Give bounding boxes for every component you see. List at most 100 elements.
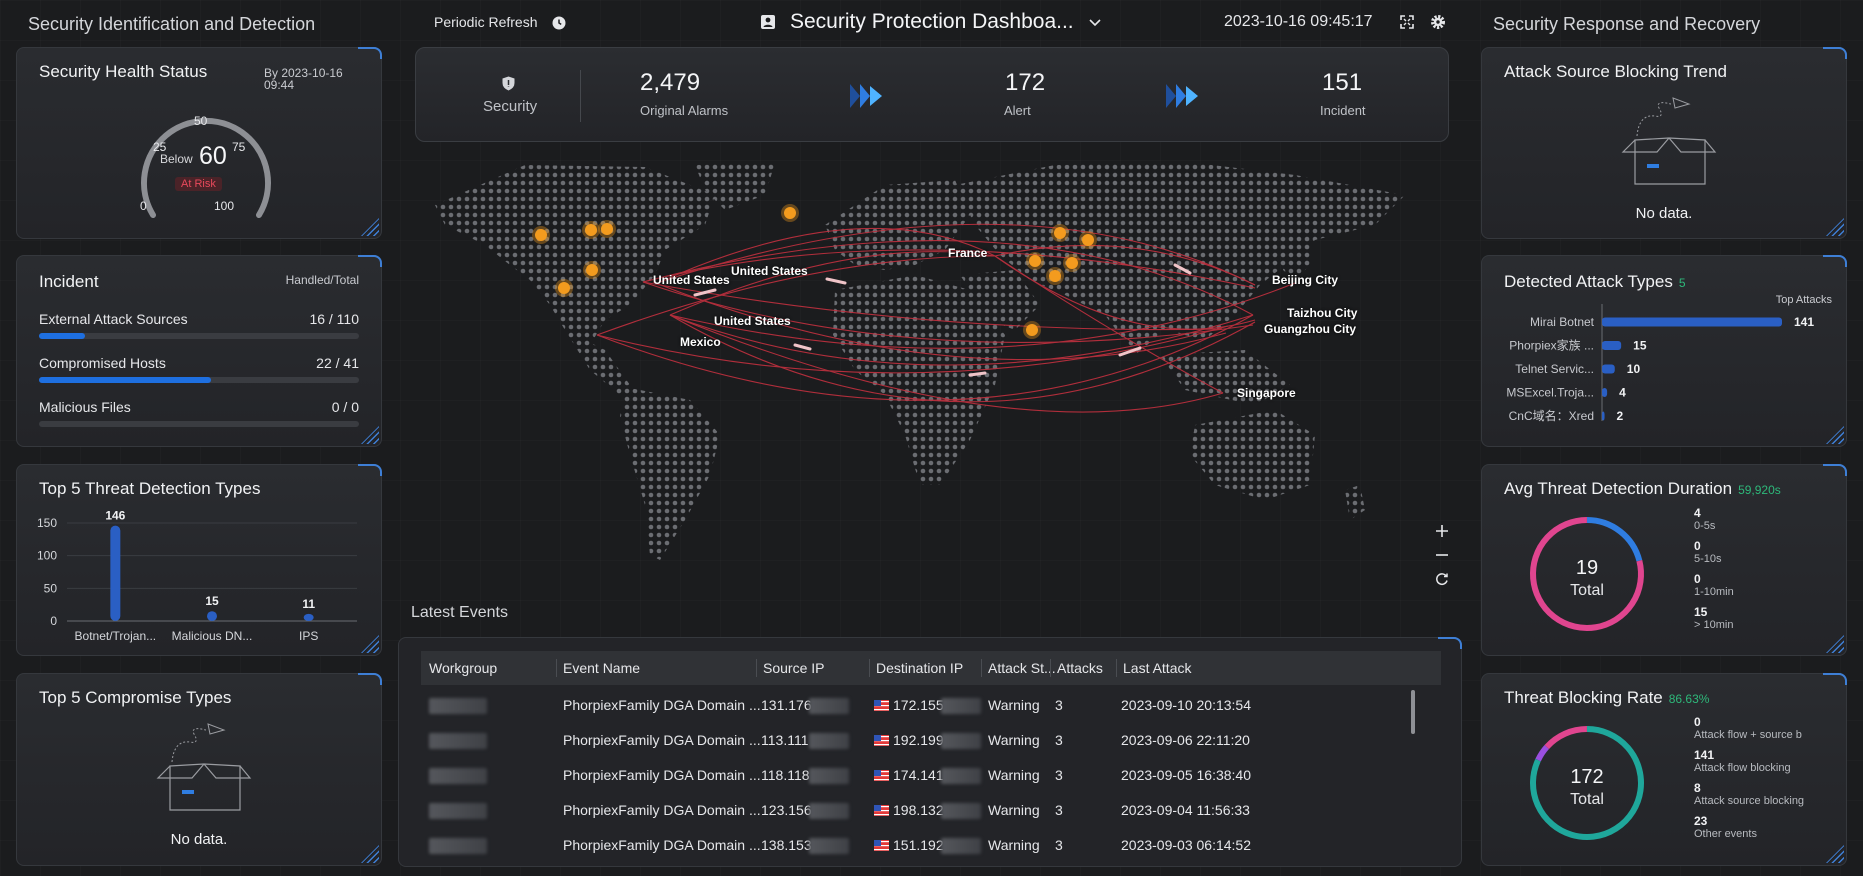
map-node-singapore[interactable] <box>1023 321 1041 339</box>
last-attack-cell: 2023-09-05 16:38:40 <box>1121 767 1251 783</box>
table-row[interactable]: PhorpiexFamily DGA Domain ... 118.118 174.… <box>421 758 1421 793</box>
bar-value-label: 146 <box>105 509 125 523</box>
table-row[interactable]: PhorpiexFamily DGA Domain ... 123.156 198.… <box>421 793 1421 828</box>
table-row[interactable]: PhorpiexFamily DGA Domain ... 138.153 151.… <box>421 828 1421 858</box>
column-header-attacks[interactable]: Attacks <box>1057 660 1103 676</box>
flow-arrow-icon <box>1166 84 1198 108</box>
periodic-refresh-control[interactable]: Periodic Refresh <box>434 14 566 34</box>
column-header-event-name[interactable]: Event Name <box>563 660 640 676</box>
destination-ip-cell: 198.132. <box>893 802 948 818</box>
us-flag-icon <box>874 770 889 781</box>
zoom-out-icon[interactable] <box>1435 548 1449 562</box>
current-datetime: 2023-10-16 09:45:17 <box>1224 13 1373 30</box>
incident-value: 16 / 110 <box>309 311 359 327</box>
source-ip-redacted <box>809 733 849 749</box>
column-header-last-attack[interactable]: Last Attack <box>1123 660 1191 676</box>
map-label: Singapore <box>1237 386 1296 400</box>
column-header-attack-status[interactable]: Attack St... <box>988 660 1056 676</box>
last-attack-cell: 2023-09-04 11:56:33 <box>1121 802 1250 818</box>
map-node-guangzhou[interactable] <box>1046 267 1064 285</box>
donut-segment[interactable] <box>1544 726 1588 750</box>
reset-view-icon[interactable] <box>1435 572 1449 586</box>
compromise-types-panel: Top 5 Compromise Types No data. <box>16 673 382 866</box>
donut-segment[interactable] <box>1586 517 1643 562</box>
map-node-united-states[interactable] <box>598 220 616 238</box>
attack-types-chart: Mirai Botnet 141 Phorpiex家族 ... 15 Telnet Se… <box>1506 304 1814 423</box>
fullscreen-icon[interactable] <box>1400 15 1414 29</box>
gear-icon[interactable] <box>1430 14 1446 30</box>
world-attack-map[interactable] <box>415 155 1449 595</box>
attack-bar[interactable] <box>1602 364 1615 374</box>
events-scrollbar[interactable] <box>1411 690 1415 734</box>
last-attack-cell: 2023-09-03 06:14:52 <box>1121 837 1251 853</box>
incident-label: External Attack Sources <box>39 311 188 327</box>
table-row[interactable]: PhorpiexFamily DGA Domain ... 131.176 172.… <box>421 688 1421 723</box>
zoom-in-icon[interactable] <box>1435 524 1449 538</box>
destination-ip-cell: 172.155. <box>893 697 948 713</box>
destination-ip-cell: 192.199. <box>893 732 948 748</box>
incident-bar-track <box>39 421 359 427</box>
legend-item[interactable]: 0 Attack flow + source b <box>1694 715 1802 741</box>
gauge-tick-75: 75 <box>232 140 246 154</box>
attack-bar-value: 4 <box>1619 386 1626 400</box>
map-node-united-states[interactable] <box>582 221 600 239</box>
map-node-united-states[interactable] <box>532 226 550 244</box>
source-ip-cell: 123.156 <box>761 802 812 818</box>
dashboard-selector[interactable]: Security Protection Dashboa... <box>760 10 1110 38</box>
map-node-mexico[interactable] <box>555 279 573 297</box>
bar[interactable] <box>207 611 217 621</box>
attack-bar[interactable] <box>1602 388 1608 397</box>
right-section-title: Security Response and Recovery <box>1493 14 1761 34</box>
column-header-destination-ip[interactable]: Destination IP <box>876 660 963 676</box>
map-node-france[interactable] <box>781 204 799 222</box>
alert-value[interactable]: 172 <box>1005 69 1045 97</box>
map-node-beijing[interactable] <box>1051 224 1069 242</box>
map-node-united-states[interactable] <box>583 261 601 279</box>
attack-bar[interactable] <box>1602 411 1605 421</box>
legend-label: 5-10s <box>1694 553 1722 565</box>
legend-item[interactable]: 4 0-5s <box>1694 506 1715 532</box>
incident-row-hosts[interactable]: Compromised Hosts 22 / 41 <box>39 355 359 383</box>
attack-type-label: CnC域名：Xred <box>1509 408 1594 423</box>
original-alarms-value[interactable]: 2,479 <box>640 69 700 97</box>
column-header-source-ip[interactable]: Source IP <box>763 660 824 676</box>
column-header-workgroup[interactable]: Workgroup <box>429 660 497 676</box>
map-node-taizhou[interactable] <box>1063 254 1081 272</box>
incident-row-external[interactable]: External Attack Sources 16 / 110 <box>39 311 359 339</box>
bar[interactable] <box>110 525 121 621</box>
map-label: Beijing City <box>1272 273 1339 287</box>
map-node-beijing[interactable] <box>1079 231 1097 249</box>
avg-duration-total-label: Total <box>1570 582 1604 599</box>
donut-segment[interactable] <box>1535 745 1550 762</box>
bar[interactable] <box>303 613 314 621</box>
legend-item[interactable]: 8 Attack source blocking <box>1694 781 1804 807</box>
legend-item[interactable]: 15 > 10min <box>1694 605 1733 631</box>
legend-label: Attack flow blocking <box>1694 762 1791 774</box>
map-label: France <box>948 246 988 260</box>
legend-item[interactable]: 0 5-10s <box>1694 539 1722 565</box>
periodic-refresh-label: Periodic Refresh <box>434 14 538 30</box>
clock-icon <box>552 16 566 30</box>
source-ip-cell: 131.176 <box>761 697 812 713</box>
attack-bar[interactable] <box>1602 317 1782 327</box>
map-label: United States <box>653 273 730 287</box>
incident-row-files[interactable]: Malicious Files 0 / 0 <box>39 399 359 427</box>
compromise-empty-text: No data. <box>170 831 228 848</box>
threat-types-panel: Top 5 Threat Detection Types 0 50 100 150 14… <box>16 464 382 656</box>
attack-type-label: Telnet Servic... <box>1515 362 1594 376</box>
incident-value[interactable]: 151 <box>1322 69 1362 97</box>
legend-item[interactable]: 141 Attack flow blocking <box>1694 748 1791 774</box>
workgroup-redacted <box>429 838 487 854</box>
legend-item[interactable]: 0 1-10min <box>1694 572 1734 598</box>
map-label: United States <box>731 264 808 278</box>
legend-count: 0 <box>1694 572 1701 586</box>
workgroup-redacted <box>429 768 487 784</box>
attacks-cell: 3 <box>1055 767 1063 783</box>
compromise-title: Top 5 Compromise Types <box>39 688 232 707</box>
avg-duration-total: 19 <box>1575 557 1599 579</box>
map-node-china[interactable] <box>1026 252 1044 270</box>
table-row[interactable]: PhorpiexFamily DGA Domain ... 113.111 192.… <box>421 723 1421 758</box>
destination-ip-redacted <box>941 698 981 714</box>
attack-bar[interactable] <box>1602 341 1622 350</box>
legend-item[interactable]: 23 Other events <box>1694 814 1757 840</box>
